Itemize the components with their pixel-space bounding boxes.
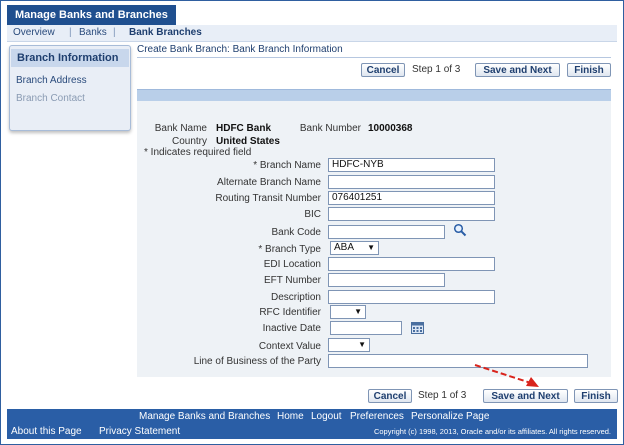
line-of-business-input[interactable] <box>328 354 588 368</box>
sidebar-item-branch-information[interactable]: Branch Information <box>11 49 129 67</box>
inactive-date-input[interactable] <box>330 321 402 335</box>
line-of-business-label: Line of Business of the Party <box>193 356 321 367</box>
footer-link-preferences[interactable]: Preferences <box>350 411 404 423</box>
branch-type-select[interactable]: ABA ▼ <box>330 241 379 255</box>
footer: Manage Banks and Branches Home Logout Pr… <box>7 409 617 439</box>
nav-bank-branches[interactable]: Bank Branches <box>129 25 202 41</box>
form-panel <box>137 101 611 377</box>
nav-overview[interactable]: Overview <box>13 25 55 41</box>
about-this-page-link[interactable]: About this Page <box>11 426 82 438</box>
app-window: Manage Banks and Branches Overview | Ban… <box>0 0 624 445</box>
branch-name-label: * Branch Name <box>253 160 321 171</box>
nav-banks[interactable]: Banks <box>79 25 107 41</box>
bank-number-value: 10000368 <box>368 123 413 134</box>
context-value-label: Context Value <box>258 341 321 352</box>
footer-link-personalize-page[interactable]: Personalize Page <box>411 411 489 423</box>
title-bar: Manage Banks and Branches <box>7 5 617 26</box>
footer-link-home[interactable]: Home <box>277 411 304 423</box>
nav-separator: | <box>69 27 72 38</box>
chevron-down-icon: ▼ <box>367 243 375 252</box>
chevron-down-icon: ▼ <box>354 307 362 316</box>
step-indicator: Step 1 of 3 <box>412 64 461 75</box>
privacy-statement-link[interactable]: Privacy Statement <box>99 426 180 438</box>
app-title: Manage Banks and Branches <box>7 5 176 25</box>
save-and-next-button-bottom[interactable]: Save and Next <box>483 389 568 403</box>
bank-number-label: Bank Number <box>299 123 361 134</box>
nav-separator: | <box>113 27 116 38</box>
description-label: Description <box>270 292 321 303</box>
cancel-button[interactable]: Cancel <box>361 63 405 77</box>
sidebar-item-branch-address[interactable]: Branch Address <box>16 75 87 86</box>
finish-button[interactable]: Finish <box>567 63 611 77</box>
bank-code-input[interactable] <box>328 225 445 239</box>
bank-name-label: Bank Name <box>154 123 207 134</box>
search-icon[interactable] <box>453 223 467 237</box>
branch-type-value: ABA <box>334 242 355 253</box>
bic-label: BIC <box>304 209 321 220</box>
country-value: United States <box>216 136 280 147</box>
country-label: Country <box>171 136 207 147</box>
rfc-identifier-label: RFC Identifier <box>259 307 321 318</box>
page-title: Create Bank Branch: Bank Branch Informat… <box>137 43 611 58</box>
description-input[interactable] <box>328 290 495 304</box>
edi-location-label: EDI Location <box>263 259 321 270</box>
required-note: * Indicates required field <box>144 147 252 158</box>
branch-type-label: * Branch Type <box>258 244 321 255</box>
context-value-select[interactable]: ▼ <box>328 338 370 352</box>
footer-link-manage-banks[interactable]: Manage Banks and Branches <box>139 411 270 423</box>
copyright-text: Copyright (c) 1998, 2013, Oracle and/or … <box>373 427 611 436</box>
inactive-date-label: Inactive Date <box>262 323 321 334</box>
rfc-identifier-select[interactable]: ▼ <box>330 305 366 319</box>
step-indicator-bottom: Step 1 of 3 <box>418 390 467 401</box>
calendar-icon[interactable] <box>411 321 424 334</box>
eft-number-input[interactable] <box>328 273 445 287</box>
alternate-branch-name-input[interactable] <box>328 175 495 189</box>
alternate-branch-name-label: Alternate Branch Name <box>217 177 321 188</box>
sidebar-item-branch-contact[interactable]: Branch Contact <box>16 93 85 104</box>
bank-code-label: Bank Code <box>271 227 321 238</box>
finish-button-bottom[interactable]: Finish <box>574 389 618 403</box>
routing-transit-number-label: Routing Transit Number <box>215 193 321 204</box>
chevron-down-icon: ▼ <box>358 340 366 349</box>
cancel-button-bottom[interactable]: Cancel <box>368 389 412 403</box>
bic-input[interactable] <box>328 207 495 221</box>
bank-name-value: HDFC Bank <box>216 123 272 134</box>
sidebar: Branch Information Branch Address Branch… <box>9 45 131 131</box>
branch-name-input[interactable]: HDFC-NYB <box>328 158 495 172</box>
nav-row: Overview | Banks | Bank Branches <box>7 25 617 42</box>
save-and-next-button[interactable]: Save and Next <box>475 63 560 77</box>
routing-transit-number-input[interactable]: 076401251 <box>328 191 495 205</box>
eft-number-label: EFT Number <box>263 275 321 286</box>
footer-link-logout[interactable]: Logout <box>311 411 342 423</box>
edi-location-input[interactable] <box>328 257 495 271</box>
